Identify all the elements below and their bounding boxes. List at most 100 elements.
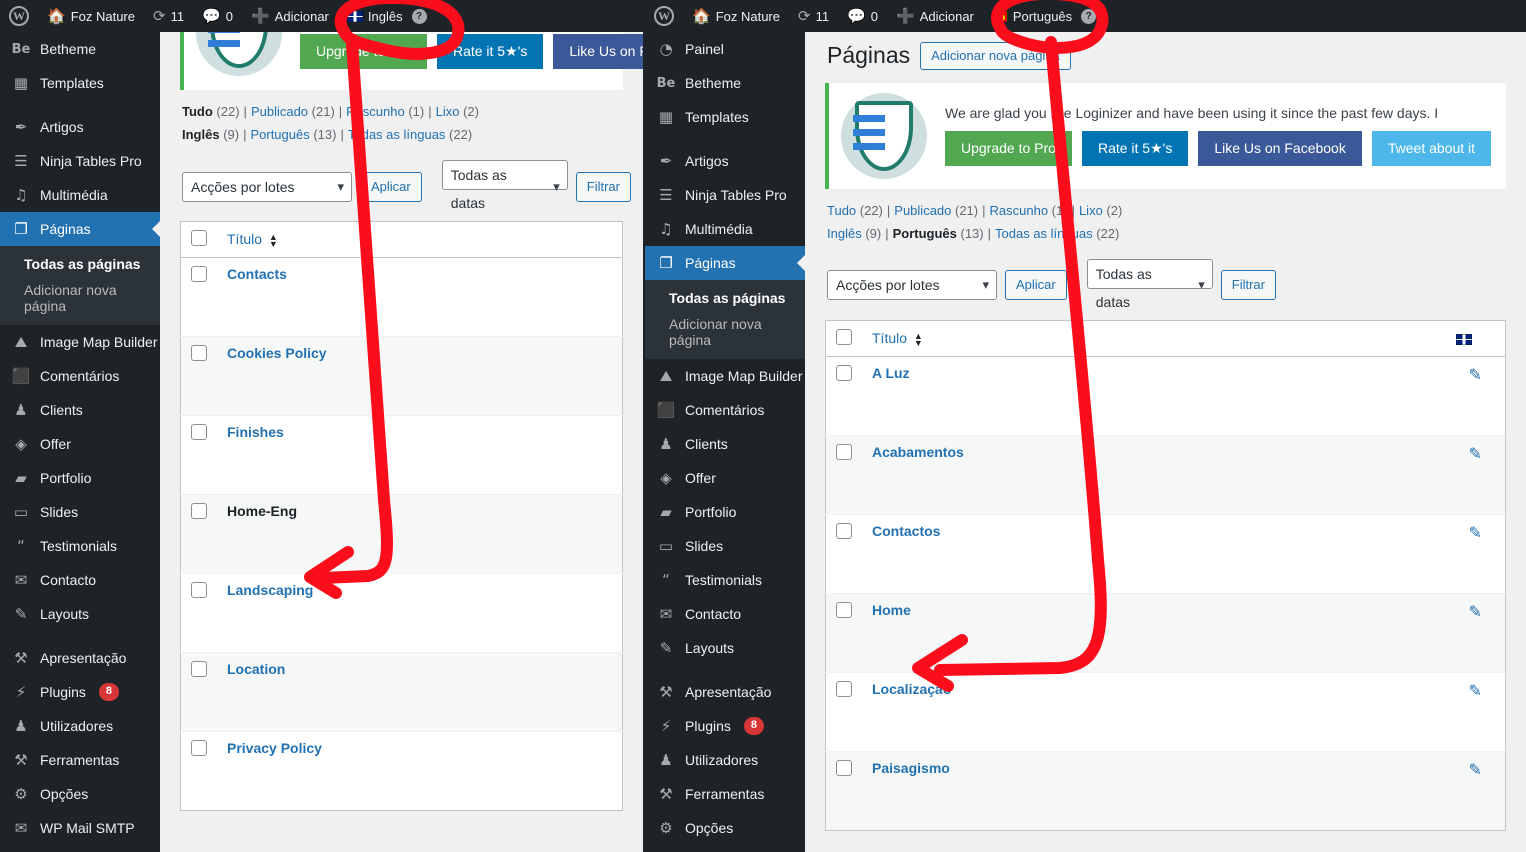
page-title-link[interactable]: Contacts xyxy=(227,266,287,282)
language-switcher[interactable]: Português ? xyxy=(983,0,1105,32)
date-filter-select[interactable]: Todas as datas xyxy=(1086,258,1213,310)
title-column-header[interactable]: Título ▲ ▼ xyxy=(862,320,1446,357)
sidebar-item-slides[interactable]: ▭ Slides xyxy=(0,495,160,529)
sidebar-item-ferramentas[interactable]: ⚒ Ferramentas xyxy=(645,777,805,811)
row-checkbox[interactable] xyxy=(836,601,852,618)
select-all-checkbox[interactable] xyxy=(191,230,207,246)
row-checkbox-cell[interactable] xyxy=(825,750,862,831)
row-checkbox-cell[interactable] xyxy=(180,731,217,811)
table-row[interactable]: Localização ✎ xyxy=(825,671,1506,752)
apply-button[interactable]: Aplicar xyxy=(1005,270,1067,301)
edit-pencil-icon[interactable]: ✎ xyxy=(1469,760,1482,779)
sidebar-item-layouts[interactable]: ✎ Layouts xyxy=(0,597,160,631)
wp-logo-menu[interactable]: W xyxy=(645,0,683,32)
apply-button[interactable]: Aplicar xyxy=(360,171,422,202)
page-title-link[interactable]: Paisagismo xyxy=(872,760,950,776)
row-checkbox[interactable] xyxy=(191,424,207,440)
status-filter-tudo[interactable]: Tudo (22) xyxy=(182,104,240,119)
sidebar-item-testimonials[interactable]: “ Testimonials xyxy=(645,563,805,597)
sidebar-item-offer[interactable]: ◈ Offer xyxy=(0,427,160,461)
select-all-header[interactable] xyxy=(825,320,862,357)
sidebar-item-contacto[interactable]: ✉ Contacto xyxy=(0,563,160,597)
help-icon[interactable]: ? xyxy=(411,8,427,24)
sidebar-item-p-ginas[interactable]: ❐ Páginas xyxy=(0,212,160,246)
sidebar-item-multim-dia[interactable]: ♫ Multimédia xyxy=(0,178,160,212)
sidebar-item-slides[interactable]: ▭ Slides xyxy=(645,529,805,563)
page-title-link[interactable]: Landscaping xyxy=(227,582,313,598)
row-checkbox[interactable] xyxy=(191,661,207,677)
notice-button-like-us-on-facebook[interactable]: Like Us on Facebook xyxy=(553,33,643,69)
row-checkbox-cell[interactable] xyxy=(825,671,862,752)
table-row[interactable]: Landscaping xyxy=(180,573,623,653)
filter-button[interactable]: Filtrar xyxy=(1220,270,1276,301)
sidebar-item-p-ginas[interactable]: ❐ Páginas xyxy=(645,246,805,280)
sidebar-item-utilizadores[interactable]: ♟ Utilizadores xyxy=(0,709,160,743)
page-title-link[interactable]: Cookies Policy xyxy=(227,345,327,361)
title-column-header[interactable]: Título ▲ ▼ xyxy=(217,221,623,258)
status-filter-rascunho[interactable]: Rascunho (1) xyxy=(346,104,424,119)
sidebar-item-wp-mail-smtp[interactable]: ✉ WP Mail SMTP xyxy=(0,811,160,845)
row-checkbox[interactable] xyxy=(836,522,852,539)
sidebar-item-ninja-tables-pro[interactable]: ☰ Ninja Tables Pro xyxy=(0,144,160,178)
sidebar-item-artigos[interactable]: ✒ Artigos xyxy=(645,144,805,178)
submenu-item-adicionar-nova-p-gina[interactable]: Adicionar nova página xyxy=(0,277,160,319)
comments-menu[interactable]: 💬 0 xyxy=(838,0,887,32)
table-row[interactable]: Finishes xyxy=(180,415,623,495)
row-checkbox[interactable] xyxy=(836,364,852,381)
row-checkbox[interactable] xyxy=(836,443,852,460)
sidebar-item-betheme[interactable]: Be Betheme xyxy=(0,32,160,66)
site-name-menu[interactable]: 🏠 Foz Nature xyxy=(683,0,789,32)
edit-pencil-icon[interactable]: ✎ xyxy=(1469,523,1482,542)
page-title-link[interactable]: Location xyxy=(227,661,285,677)
table-row[interactable]: Location xyxy=(180,652,623,732)
select-all-checkbox[interactable] xyxy=(836,328,852,345)
row-checkbox-cell[interactable] xyxy=(825,355,862,436)
table-row[interactable]: Contactos ✎ xyxy=(825,513,1506,594)
notice-button-rate-it-5-s[interactable]: Rate it 5★'s xyxy=(436,33,544,69)
sidebar-item-coment-rios[interactable]: ⬛ Comentários xyxy=(0,359,160,393)
language-filter-todas-as-l-nguas[interactable]: Todas as línguas (22) xyxy=(348,127,472,142)
submenu-item-adicionar-nova-p-gina[interactable]: Adicionar nova página xyxy=(645,311,805,353)
table-row[interactable]: A Luz ✎ xyxy=(825,355,1506,436)
sidebar-item-apresenta-o[interactable]: ⚒ Apresentação xyxy=(645,675,805,709)
comments-menu[interactable]: 💬 0 xyxy=(193,0,242,32)
language-filter-ingl-s[interactable]: Inglês (9) xyxy=(827,226,881,241)
page-title-link[interactable]: Finishes xyxy=(227,424,284,440)
row-checkbox[interactable] xyxy=(191,582,207,598)
row-checkbox-cell[interactable] xyxy=(180,652,217,732)
row-checkbox[interactable] xyxy=(836,680,852,697)
language-filter-portugu-s[interactable]: Português (13) xyxy=(893,226,984,241)
sidebar-item-portfolio[interactable]: ▰ Portfolio xyxy=(0,461,160,495)
status-filter-publicado[interactable]: Publicado (21) xyxy=(251,104,335,119)
row-checkbox-cell[interactable] xyxy=(825,434,862,515)
sidebar-item-ninja-tables-pro[interactable]: ☰ Ninja Tables Pro xyxy=(645,178,805,212)
table-row[interactable]: Cookies Policy xyxy=(180,336,623,416)
edit-pencil-icon[interactable]: ✎ xyxy=(1469,365,1482,384)
sidebar-item-apresenta-o[interactable]: ⚒ Apresentação xyxy=(0,641,160,675)
page-title-link[interactable]: Acabamentos xyxy=(872,444,964,460)
sidebar-item-image-map-builder[interactable]: ⛰ Image Map Builder xyxy=(0,325,160,359)
help-icon[interactable]: ? xyxy=(1081,8,1097,24)
language-switcher[interactable]: Inglês ? xyxy=(338,0,436,32)
wp-logo-menu[interactable]: W xyxy=(0,0,38,32)
sidebar-item-clients[interactable]: ♟ Clients xyxy=(645,427,805,461)
sidebar-item-op-es[interactable]: ⚙ Opções xyxy=(0,777,160,811)
table-row[interactable]: Privacy Policy xyxy=(180,731,623,811)
status-filter-lixo[interactable]: Lixo (2) xyxy=(436,104,479,119)
sidebar-item-op-es[interactable]: ⚙ Opções xyxy=(645,811,805,845)
sidebar-item-coment-rios[interactable]: ⬛ Comentários xyxy=(645,393,805,427)
select-all-header[interactable] xyxy=(180,221,217,258)
notice-button-upgrade-to-pro[interactable]: Upgrade to Pro xyxy=(300,33,427,69)
status-filter-lixo[interactable]: Lixo (2) xyxy=(1079,203,1122,218)
sidebar-item-artigos[interactable]: ✒ Artigos xyxy=(0,110,160,144)
sidebar-item-utilizadores[interactable]: ♟ Utilizadores xyxy=(645,743,805,777)
notice-button-tweet-about-it[interactable]: Tweet about it xyxy=(1371,131,1492,167)
sidebar-item-multim-dia[interactable]: ♫ Multimédia xyxy=(645,212,805,246)
submenu-item-todas-as-p-ginas[interactable]: Todas as páginas xyxy=(0,251,160,277)
edit-pencil-icon[interactable]: ✎ xyxy=(1469,602,1482,621)
row-checkbox-cell[interactable] xyxy=(825,513,862,594)
row-checkbox[interactable] xyxy=(191,740,207,756)
language-filter-todas-as-l-nguas[interactable]: Todas as línguas (22) xyxy=(995,226,1119,241)
page-title-link[interactable]: Privacy Policy xyxy=(227,740,322,756)
page-title-link[interactable]: Home-Eng xyxy=(227,503,297,519)
